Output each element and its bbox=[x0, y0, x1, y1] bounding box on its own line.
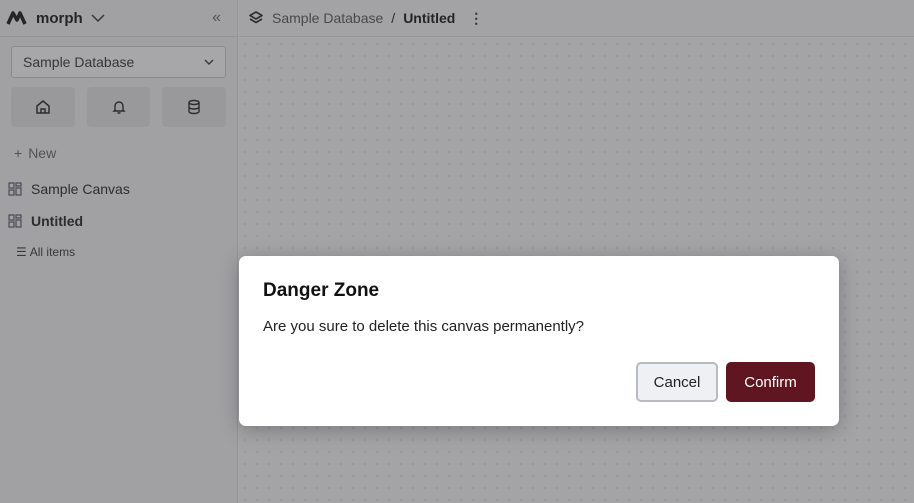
dialog-message: Are you sure to delete this canvas perma… bbox=[263, 318, 585, 335]
confirm-delete-dialog: Danger Zone Are you sure to delete this … bbox=[239, 256, 839, 426]
dialog-title: Danger Zone bbox=[263, 280, 380, 301]
cancel-button[interactable]: Cancel bbox=[636, 362, 718, 402]
modal-overlay[interactable] bbox=[0, 0, 914, 503]
confirm-button[interactable]: Confirm bbox=[726, 362, 815, 402]
